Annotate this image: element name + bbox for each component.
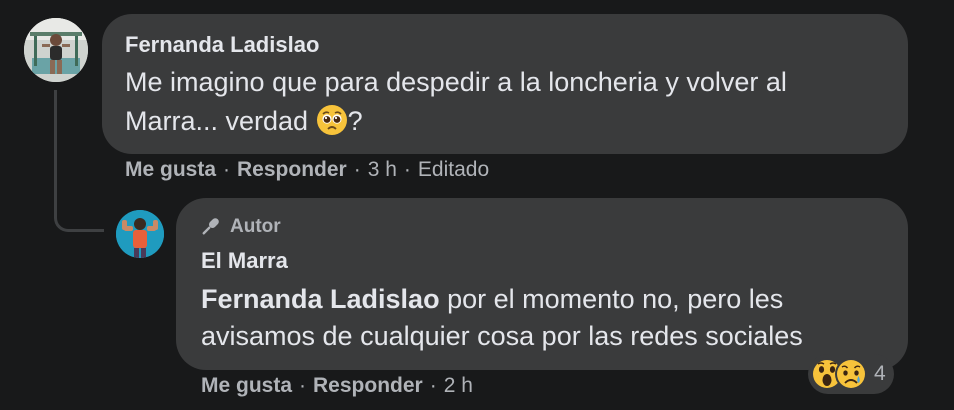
separator: · <box>299 374 307 397</box>
comment-text-line-1: Me imagino que para despedir a la lonche… <box>125 67 787 97</box>
reply-button[interactable]: Responder <box>237 158 347 182</box>
comment-text-part: Marra... verdad <box>125 106 316 136</box>
avatar-fernanda[interactable] <box>24 18 88 82</box>
comment-text-part: ? <box>347 106 363 136</box>
like-button[interactable]: Me gusta <box>125 158 216 182</box>
separator: · <box>223 158 231 181</box>
reply-author-name[interactable]: El Marra <box>201 248 288 274</box>
microphone-icon <box>198 215 222 239</box>
reply-text-line-1: Fernanda Ladislao por el momento no, per… <box>201 279 783 319</box>
separator: · <box>403 158 411 181</box>
author-badge: Autor <box>198 214 281 240</box>
avatar-el-marra[interactable] <box>116 210 164 258</box>
comment-timestamp[interactable]: 3 h <box>368 158 397 182</box>
comment-author-name[interactable]: Fernanda Ladislao <box>125 32 319 58</box>
separator: · <box>429 374 437 397</box>
like-button[interactable]: Me gusta <box>201 374 292 398</box>
mention-link[interactable]: Fernanda Ladislao <box>201 284 440 314</box>
pleading-face-icon <box>316 104 348 136</box>
reply-text-part: por el momento no, pero les <box>439 284 784 314</box>
author-badge-label: Autor <box>230 216 281 237</box>
thread-connector-line <box>54 90 104 232</box>
separator: · <box>353 158 361 181</box>
comment-actions: Me gusta · Responder · 3 h · Editado <box>125 158 489 182</box>
reply-timestamp[interactable]: 2 h <box>444 374 473 398</box>
reaction-count: 4 <box>874 362 886 385</box>
comment-text-line-2: Marra... verdad ? <box>125 101 363 141</box>
sad-reaction-icon <box>834 357 868 391</box>
edited-label[interactable]: Editado <box>418 158 489 182</box>
reply-actions: Me gusta · Responder · 2 h <box>201 374 473 398</box>
reactions-summary[interactable]: 4 <box>808 354 894 394</box>
reply-text-line-2: avisamos de cualquier cosa por las redes… <box>201 321 803 351</box>
reply-button[interactable]: Responder <box>313 374 423 398</box>
